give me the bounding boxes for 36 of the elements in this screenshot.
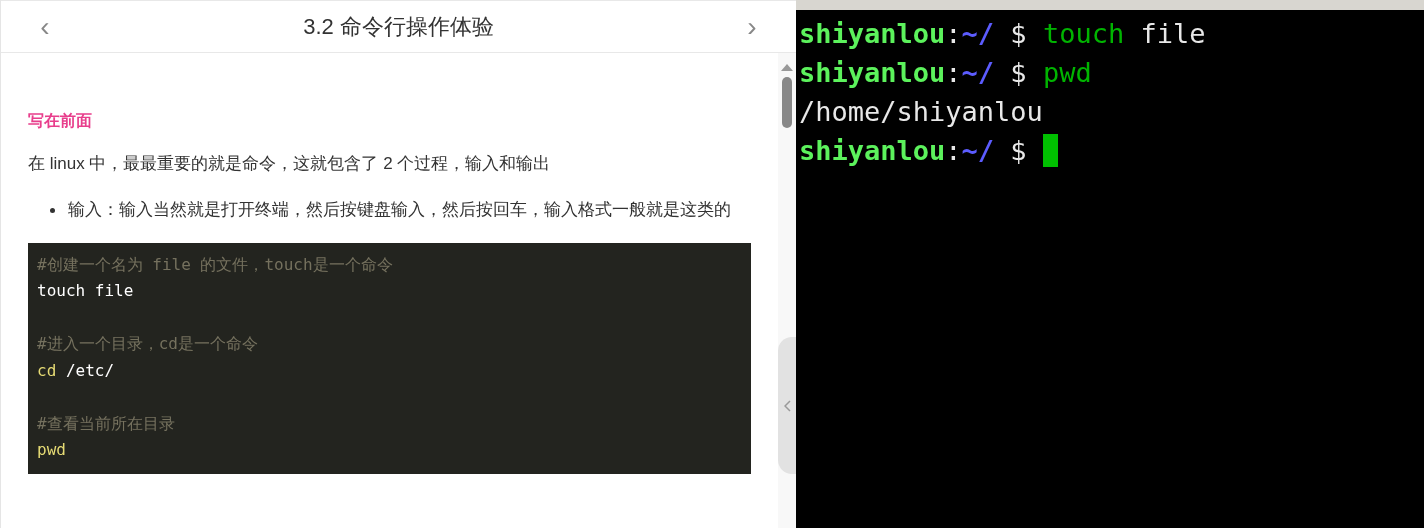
terminal-text: ~/	[961, 17, 995, 51]
terminal-text: ~/	[961, 134, 995, 168]
list-item: 输入：输入当然就是打开终端，然后按键盘输入，然后按回车，输入格式一般就是这类的	[68, 199, 731, 219]
code-comment: #查看当前所在目录	[37, 413, 175, 433]
terminal-text: file	[1139, 17, 1206, 51]
terminal-text: shiyanlou	[799, 17, 946, 51]
terminal-text: shiyanlou	[799, 134, 946, 168]
page-title: 3.2 命令行操作体验	[303, 13, 494, 41]
terminal-text: $	[1009, 17, 1028, 51]
code-comment: #进入一个目录，cd是一个命令	[37, 334, 258, 353]
collapse-handle[interactable]	[778, 337, 796, 474]
terminal-text: $	[1009, 134, 1028, 168]
terminal[interactable]: shiyanlou:~/ $ touch file shiyanlou:~/ $ pwd /home/shiyanlou shiyanlou:~/ $	[796, 0, 1424, 528]
terminal-text: $	[1009, 56, 1028, 90]
code-text: pwd	[37, 440, 66, 459]
code-text: cd	[37, 360, 57, 380]
chevron-left-icon	[783, 399, 791, 412]
terminal-text: pwd	[1042, 56, 1092, 90]
terminal-text: :	[945, 17, 962, 51]
terminal-text: :	[945, 134, 962, 168]
previous-button[interactable]: ‹	[35, 12, 55, 41]
next-button[interactable]: ›	[742, 12, 762, 41]
code-comment: #创建一个名为 file 的文件，touch是一个命令	[37, 254, 393, 274]
terminal-cursor	[1042, 134, 1058, 167]
terminal-text: touch	[1042, 17, 1125, 51]
terminal-text: :	[945, 56, 962, 90]
scrollbar-thumb[interactable]	[782, 77, 792, 128]
bullet-icon	[50, 207, 55, 213]
code-text: touch file	[37, 281, 134, 300]
code-text: /etc/	[64, 360, 115, 380]
terminal-text: shiyanlou	[799, 56, 946, 90]
section-heading: 写在前面	[28, 111, 93, 131]
terminal-text: ~/	[961, 56, 995, 90]
paragraph: 在 linux 中，最最重要的就是命令，这就包含了 2 个过程，输入和输出	[28, 153, 552, 175]
terminal-text: /home/shiyanlou	[799, 95, 1043, 129]
scroll-up-icon[interactable]	[781, 63, 793, 71]
